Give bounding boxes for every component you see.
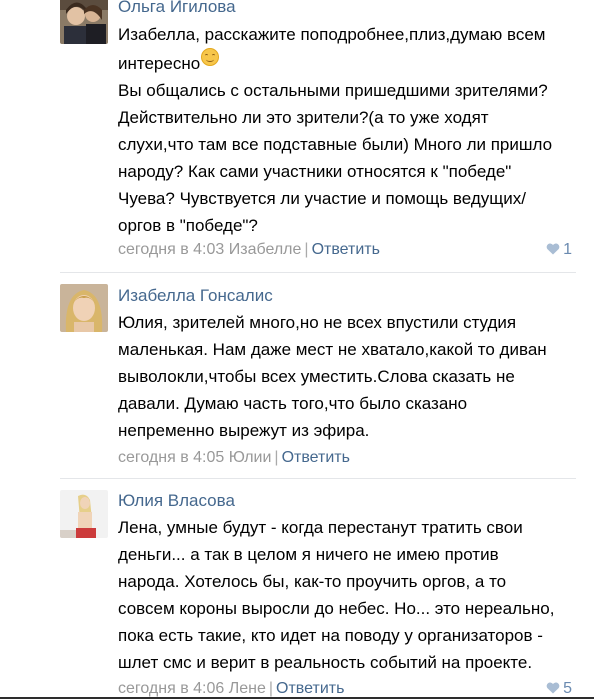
comment-item: Юлия Власова Лена, умные будут - когда п… (0, 478, 594, 699)
comment-line: Изабелла, расскажите поподробнее,плиз,ду… (118, 25, 546, 44)
comment-text: Изабелла, расскажите поподробнее,плиз,ду… (118, 21, 582, 239)
comment-line: выволокли,чтобы всех уместить.Слова сказ… (118, 367, 515, 386)
comment-line: деньги... а так в целом я ничего не имею… (118, 545, 499, 564)
comment-author[interactable]: Ольга Игилова (118, 0, 236, 17)
comment-line: Лена, умные будут - когда перестанут тра… (118, 518, 523, 537)
comment-line: шлет смс и верит в реальность событий на… (118, 653, 533, 672)
comment-timestamp[interactable]: сегодня в 4:06 Лене (118, 680, 266, 697)
comment-line: Чуева? Чувствуется ли участие и помощь в… (118, 189, 526, 208)
comment-line: Юлия, зрителей много,но не всех впустили… (118, 313, 517, 332)
reply-button[interactable]: Ответить (312, 241, 380, 258)
comment-line: непременно вырежут из эфира. (118, 421, 370, 440)
smile-emoji-icon (201, 48, 220, 66)
comment-line: совсем короны выросли до небес. Но... эт… (118, 599, 555, 618)
comment-timestamp[interactable]: сегодня в 4:03 Изабелле (118, 241, 301, 258)
comment-meta: сегодня в 4:03 Изабелле | Ответить (118, 241, 380, 259)
like-button[interactable]: 1 (546, 241, 572, 259)
comment-text: Лена, умные будут - когда перестанут тра… (118, 514, 582, 676)
comment-author[interactable]: Изабелла Гонсалис (118, 286, 273, 306)
comment-line: оргов в "победе"? (118, 216, 258, 235)
comment-line: давали. Думаю часть того,что было сказан… (118, 394, 468, 413)
avatar[interactable] (60, 284, 108, 332)
comment-item: Изабелла Гонсалис Юлия, зрителей много,н… (0, 272, 594, 472)
reply-button[interactable]: Ответить (276, 680, 344, 697)
comment-line: пока есть такие, кто идет на поводу у ор… (118, 626, 543, 645)
meta-separator: | (304, 241, 309, 258)
meta-separator: | (268, 680, 274, 697)
meta-separator: | (274, 449, 279, 466)
comment-line: народа. Хотелось бы, как-то проучить орг… (118, 572, 507, 591)
comment-line: маленькая. Нам даже мест не хватало,како… (118, 340, 547, 359)
avatar[interactable] (60, 490, 108, 538)
comment-timestamp[interactable]: сегодня в 4:05 Юлии (118, 449, 271, 466)
comment-line: народу? Как сами участники относятся к "… (118, 162, 512, 181)
comment-line: Действительно ли это зрители?(а то уже х… (118, 108, 489, 127)
comment-line: интересно (118, 48, 582, 77)
comment-meta: сегодня в 4:06 Лене | Ответить (118, 680, 344, 698)
like-count: 5 (563, 680, 572, 697)
comment-line-text: интересно (118, 54, 201, 73)
comment-meta: сегодня в 4:05 Юлии | Ответить (118, 449, 350, 467)
comment-item: Ольга Игилова Изабелла, расскажите попод… (0, 0, 594, 270)
heart-icon (546, 243, 560, 255)
comment-author[interactable]: Юлия Власова (118, 491, 235, 511)
reply-button[interactable]: Ответить (282, 449, 350, 466)
comment-line: слухи,что там все подставные были) Много… (118, 135, 553, 154)
heart-icon (546, 682, 560, 694)
comment-line: Вы общались с остальными пришедшими зрит… (118, 81, 548, 100)
like-count: 1 (563, 241, 572, 258)
comment-text: Юлия, зрителей много,но не всех впустили… (118, 309, 582, 444)
avatar[interactable] (60, 0, 108, 44)
like-button[interactable]: 5 (546, 680, 572, 698)
